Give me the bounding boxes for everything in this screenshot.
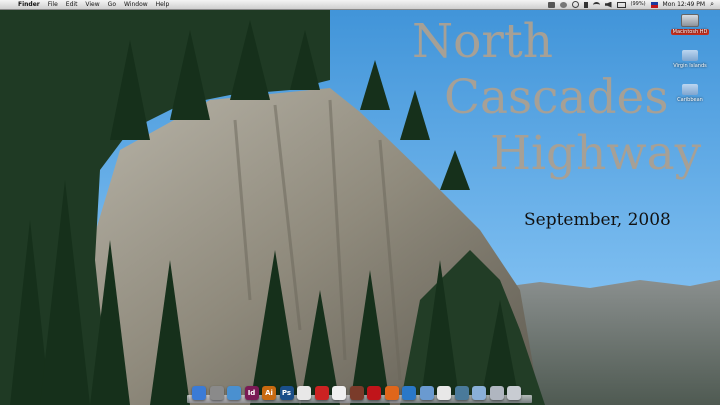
folder-icon xyxy=(682,50,698,61)
system-preferences-icon[interactable] xyxy=(209,386,224,400)
iphoto-icon[interactable] xyxy=(454,386,469,400)
menu-window[interactable]: Window xyxy=(120,0,152,9)
menu-view[interactable]: View xyxy=(81,0,103,9)
menu-finder[interactable]: Finder xyxy=(14,0,44,9)
dictionary-icon[interactable] xyxy=(367,386,381,400)
desktop-icon-macintosh-hd[interactable]: Macintosh HD xyxy=(666,14,714,35)
wallpaper-subtitle: September, 2008 xyxy=(524,210,671,230)
photoshop-icon[interactable]: Ps xyxy=(279,386,294,400)
trash-icon[interactable] xyxy=(507,386,521,400)
folder-icon xyxy=(682,84,698,95)
menu-edit[interactable]: Edit xyxy=(62,0,82,9)
status-icon-2[interactable] xyxy=(559,1,567,8)
hard-drive-icon xyxy=(681,14,699,27)
status-menus: (99%) Mon 12:49 PM ⌕ xyxy=(547,0,720,9)
applications-folder-icon[interactable] xyxy=(472,386,486,400)
time-machine-icon[interactable] xyxy=(571,1,579,8)
wifi-icon[interactable] xyxy=(592,1,600,8)
illustrator-icon[interactable]: Ai xyxy=(262,386,276,400)
spotlight-icon[interactable]: ⌕ xyxy=(710,0,714,9)
battery-icon[interactable] xyxy=(616,1,626,8)
finder-icon[interactable] xyxy=(192,386,206,400)
battery-percentage[interactable]: (99%) xyxy=(631,0,646,9)
wallpaper-title-line-1: North xyxy=(412,14,554,69)
desktop[interactable]: Finder File Edit View Go Window Help (99… xyxy=(0,0,720,405)
indesign-icon[interactable]: Id xyxy=(244,386,259,400)
safari-icon[interactable] xyxy=(227,386,241,400)
bluetooth-icon[interactable] xyxy=(583,1,588,8)
desktop-icon-caribbean[interactable]: Caribbean xyxy=(666,84,714,103)
menu-help[interactable]: Help xyxy=(152,0,174,9)
downloads-stack-icon[interactable] xyxy=(489,386,504,400)
menu-bar: Finder File Edit View Go Window Help (99… xyxy=(0,0,720,10)
textedit-icon[interactable] xyxy=(332,386,346,400)
wallpaper-title-line-3: Highway xyxy=(490,126,702,181)
photo-booth-icon[interactable] xyxy=(349,386,364,400)
network-icon[interactable] xyxy=(419,386,434,400)
acrobat-pro-icon[interactable] xyxy=(314,386,329,400)
firefox-icon[interactable] xyxy=(384,386,399,400)
desktop-icon-label: Caribbean xyxy=(677,97,703,103)
volume-icon[interactable] xyxy=(604,1,612,8)
menu-clock[interactable]: Mon 12:49 PM xyxy=(663,0,706,9)
desktop-icon-label: Virgin Islands xyxy=(673,63,707,69)
status-icon-1[interactable] xyxy=(547,1,555,8)
menu-file[interactable]: File xyxy=(44,0,62,9)
wallpaper-title-line-2: Cascades xyxy=(444,70,669,125)
app-store-icon[interactable] xyxy=(402,386,416,400)
acrobat-icon[interactable] xyxy=(297,386,311,400)
wallpaper xyxy=(0,0,720,405)
dock: Id Ai Ps xyxy=(187,381,532,403)
menu-go[interactable]: Go xyxy=(104,0,120,9)
calendar-icon[interactable] xyxy=(437,386,451,400)
flag-icon[interactable] xyxy=(650,1,658,8)
desktop-icon-virgin-islands[interactable]: Virgin Islands xyxy=(666,50,714,69)
desktop-icon-label: Macintosh HD xyxy=(670,29,710,35)
